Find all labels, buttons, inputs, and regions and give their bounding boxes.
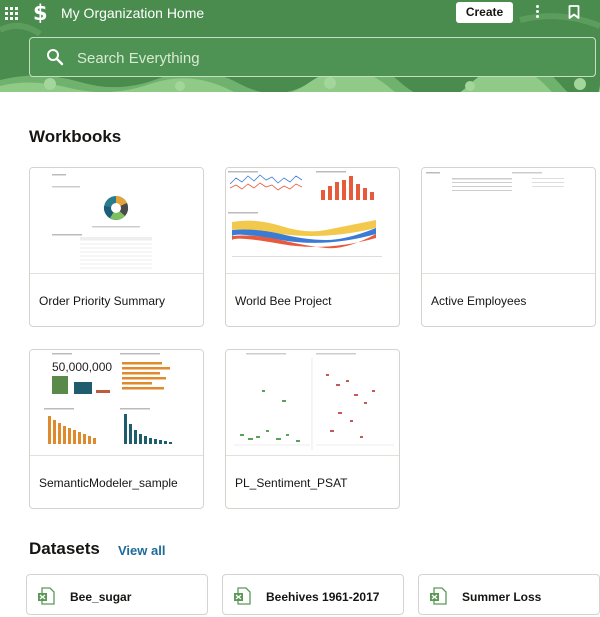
workbook-name: SemanticModeler_sample — [39, 476, 178, 490]
header-banner: $ My Organization Home Create — [0, 0, 600, 92]
workbook-name: Order Priority Summary — [39, 294, 166, 308]
workbook-card-world-bee-project[interactable]: World Bee Project — [225, 167, 400, 327]
workbook-thumbnail — [30, 168, 203, 274]
search-bar[interactable] — [29, 37, 596, 77]
dataset-name: Summer Loss — [462, 590, 542, 604]
dataset-card-bee-sugar[interactable]: Bee_sugar — [26, 574, 208, 615]
search-icon — [47, 49, 64, 66]
page-title: My Organization Home — [61, 5, 205, 21]
bookmark-icon[interactable] — [568, 5, 580, 19]
dataset-name: Beehives 1961-2017 — [266, 590, 380, 604]
top-bar: $ My Organization Home Create — [0, 0, 600, 26]
workbook-thumbnail — [226, 350, 399, 456]
dataset-card-beehives-1961-2017[interactable]: Beehives 1961-2017 — [222, 574, 404, 615]
workbook-name: PL_Sentiment_PSAT — [235, 476, 348, 490]
workbooks-heading: Workbooks — [29, 127, 122, 146]
workbook-card-active-employees[interactable]: Active Employees — [421, 167, 596, 327]
datasets-heading: Datasets — [29, 539, 100, 558]
dataset-name: Bee_sugar — [70, 590, 132, 604]
workbook-thumbnail — [422, 168, 595, 274]
workbook-card-semanticmodeler-sample[interactable]: 50,000,000 SemanticModeler_sample — [29, 349, 204, 509]
create-button[interactable]: Create — [456, 2, 513, 23]
app-launcher-icon[interactable] — [5, 7, 18, 20]
excel-dataset-icon — [430, 587, 447, 605]
excel-dataset-icon — [234, 587, 251, 605]
dollar-icon: $ — [33, 1, 48, 25]
search-input[interactable] — [77, 47, 577, 69]
workbook-card-order-priority-summary[interactable]: Order Priority Summary — [29, 167, 204, 327]
view-all-datasets-link[interactable]: View all — [118, 543, 165, 558]
workbook-thumbnail: 50,000,000 — [30, 350, 203, 456]
workbook-name: Active Employees — [431, 294, 527, 308]
workbook-name: World Bee Project — [235, 294, 332, 308]
workbook-card-pl-sentiment-psat[interactable]: PL_Sentiment_PSAT — [225, 349, 400, 509]
more-options-icon[interactable] — [536, 5, 540, 19]
dataset-card-summer-loss[interactable]: Summer Loss — [418, 574, 600, 615]
workbook-thumbnail — [226, 168, 399, 274]
excel-dataset-icon — [38, 587, 55, 605]
